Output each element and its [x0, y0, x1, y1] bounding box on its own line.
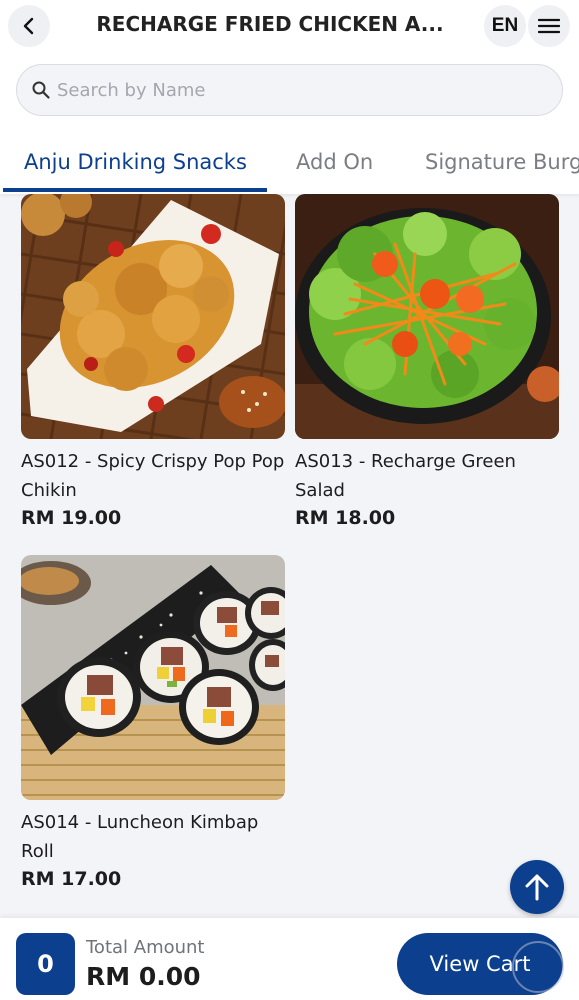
page-title: RECHARGE FRIED CHICKEN A...: [96, 12, 444, 36]
hamburger-menu-icon: [538, 18, 560, 34]
product-price: RM 18.00: [295, 507, 396, 529]
search-icon: [32, 81, 50, 99]
chevron-left-icon: [23, 17, 34, 35]
tab-anju-drinking-snacks[interactable]: Anju Drinking Snacks: [24, 150, 247, 174]
back-button[interactable]: [8, 5, 50, 47]
product-image[interactable]: [21, 194, 285, 439]
cart-footer: 0 Total Amount RM 0.00 View Cart: [0, 918, 579, 1000]
tab-add-on[interactable]: Add On: [296, 150, 373, 174]
search-input[interactable]: [57, 79, 517, 101]
tab-signature-burgers[interactable]: Signature Burg: [425, 150, 579, 174]
product-price: RM 17.00: [21, 868, 122, 890]
product-name: AS014 - Luncheon Kimbap Roll: [21, 812, 259, 862]
product-card-as014[interactable]: AS014 - Luncheon Kimbap Roll RM 17.00: [21, 555, 285, 890]
cart-count-badge[interactable]: 0: [16, 933, 75, 995]
product-name: AS012 - Spicy Crispy Pop Pop Chikin: [21, 451, 285, 501]
active-tab-indicator: [3, 188, 267, 192]
language-button[interactable]: EN: [484, 5, 526, 47]
product-card-as013[interactable]: AS013 - Recharge Green Salad RM 18.00: [295, 194, 559, 529]
total-amount-value: RM 0.00: [86, 962, 201, 991]
product-card-as012[interactable]: AS012 - Spicy Crispy Pop Pop Chikin RM 1…: [21, 194, 285, 529]
product-image[interactable]: [21, 555, 285, 800]
arrow-up-icon: [525, 874, 549, 901]
product-image[interactable]: [295, 194, 559, 439]
product-name: AS013 - Recharge Green Salad: [295, 451, 516, 501]
search-box[interactable]: [16, 64, 563, 116]
search-section: [0, 52, 579, 130]
header-bar: RECHARGE FRIED CHICKEN A... EN: [0, 0, 579, 52]
category-tabs: Anju Drinking Snacks Add On Signature Bu…: [0, 130, 579, 194]
scroll-to-top-button[interactable]: [510, 860, 564, 914]
product-grid: AS012 - Spicy Crispy Pop Pop Chikin RM 1…: [0, 194, 579, 918]
watermark-logo: [512, 941, 564, 993]
product-price: RM 19.00: [21, 507, 122, 529]
menu-button[interactable]: [528, 5, 570, 47]
total-amount-label: Total Amount: [86, 937, 205, 958]
